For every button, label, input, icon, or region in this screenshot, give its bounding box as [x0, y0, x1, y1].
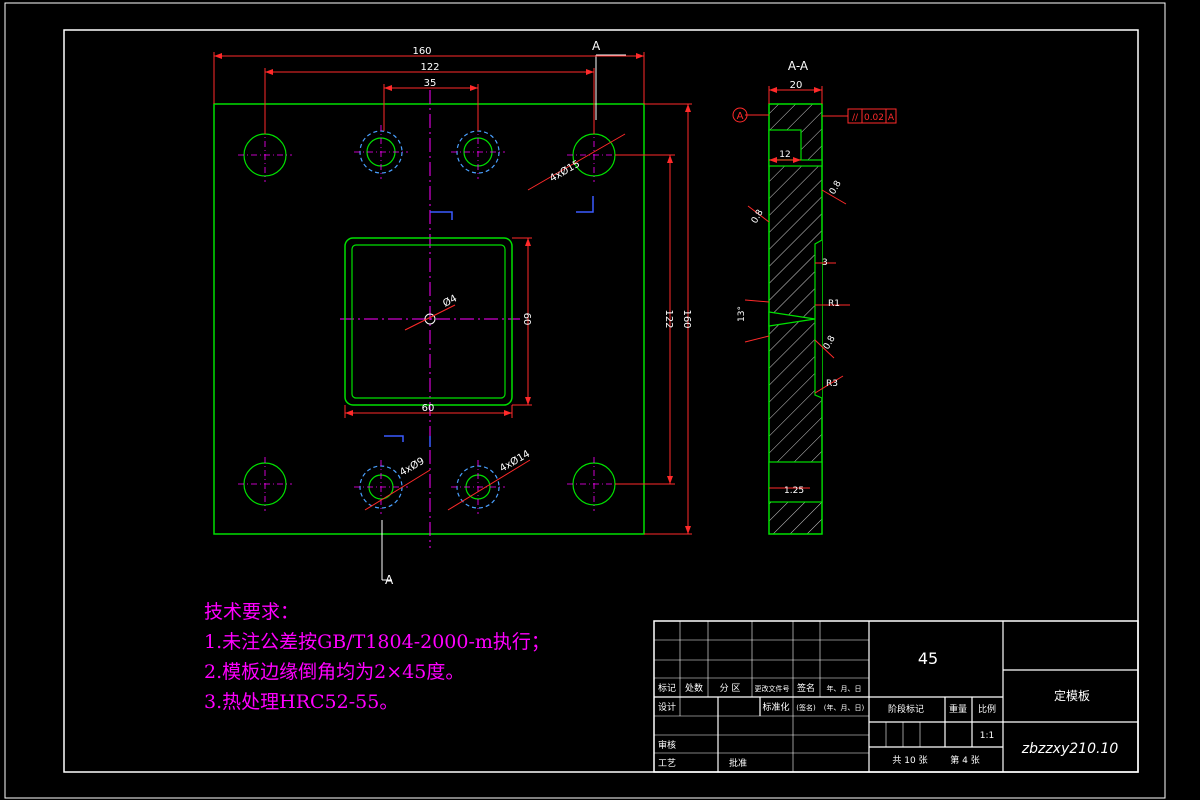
tb-scale-label: 比例: [978, 703, 996, 715]
dim-pocket-height: 60: [521, 313, 532, 326]
front-view: A A 160 122 35 4xØ15 Ø4 60 60 122 160 4x…: [213, 39, 692, 587]
tb-process: 工艺: [658, 758, 676, 769]
roughness-mid: 0.8: [822, 334, 838, 352]
cad-drawing: A A 160 122 35 4xØ15 Ø4 60 60 122 160 4x…: [4, 2, 1166, 799]
tb-design: 设计: [658, 701, 676, 713]
tolerance-symbol: //: [852, 113, 859, 123]
tb-weight: 重量: [949, 703, 967, 715]
section-view: A-A 20 A // 0.02 A 12 0.8 0.8 3 R1 13° 0…: [732, 59, 897, 535]
tech-item-3: 3.热处理HRC52-55。: [204, 691, 398, 713]
dim-counterbore-depth: 12: [779, 150, 790, 160]
roughness-top: 0.8: [828, 179, 844, 197]
tolerance-datum: A: [888, 113, 895, 123]
title-block-text: 45 定模板 zbzzxy210.10 标记 处数 分 区 更改文件号 签名 年…: [658, 649, 1118, 769]
outer-sheet-border: [4, 2, 1166, 799]
taper-angle: 13°: [737, 306, 747, 322]
tb-h-sign: 签名: [797, 682, 815, 694]
section-view-title: A-A: [788, 59, 809, 73]
tb-h-change: 更改文件号: [755, 684, 790, 693]
tech-item-2: 2.模板边缘倒角均为2×45度。: [204, 661, 464, 683]
tech-item-1: 1.未注公差按GB/T1804-2000-m执行；: [204, 631, 550, 653]
tb-drawing-number: zbzzxy210.10: [1021, 741, 1119, 757]
dim-4x-d15: 4xØ15: [548, 158, 582, 185]
roughness-left: 0.8: [750, 208, 766, 226]
tech-requirements: 技术要求： 1.未注公差按GB/T1804-2000-m执行； 2.模板边缘倒角…: [204, 601, 550, 713]
dim-small: 3: [822, 258, 828, 268]
dim-hole-spacing-x: 122: [420, 62, 439, 73]
tb-standard: 标准化: [762, 701, 789, 713]
tb-review: 审核: [658, 739, 676, 751]
dim-center-hole: Ø4: [441, 292, 459, 309]
section-mark-top: A: [592, 39, 601, 53]
tb-h-date: 年、月、日: [827, 684, 862, 693]
tb-sign: (签名): [796, 703, 816, 712]
fillet-r3: R3: [826, 379, 838, 389]
dim-hole-spacing-y: 122: [663, 309, 674, 328]
dim-overall-width: 160: [412, 46, 431, 57]
tb-date: (年、月、日): [824, 703, 865, 712]
pocket-inner: [351, 244, 506, 399]
datum-label: A: [737, 111, 744, 122]
tb-material: 45: [918, 649, 938, 668]
dim-thickness: 20: [790, 80, 803, 91]
tb-approve: 批准: [729, 757, 747, 769]
tb-part-name: 定模板: [1054, 688, 1090, 703]
tb-sheet: 第 4 张: [950, 754, 979, 766]
tb-total: 共 10 张: [892, 755, 927, 766]
tb-h-mark: 标记: [658, 682, 676, 694]
pocket-outer: [344, 237, 513, 406]
tb-h-zone: 分 区: [720, 683, 741, 694]
fillet-r1: R1: [828, 299, 840, 309]
dim-overall-height: 160: [681, 309, 692, 328]
tech-heading: 技术要求：: [204, 601, 299, 623]
dim-bottom: 1.25: [784, 486, 804, 496]
section-mark-bottom: A: [385, 573, 394, 587]
dim-4x-d14: 4xØ14: [498, 448, 532, 475]
dim-pocket-width: 60: [422, 403, 435, 414]
tb-scale: 1:1: [980, 731, 994, 741]
tb-stage: 阶段标记: [888, 703, 924, 715]
tolerance-value: 0.02: [864, 113, 884, 123]
dim-guide-spacing: 35: [424, 78, 437, 89]
tb-h-count: 处数: [685, 682, 703, 694]
